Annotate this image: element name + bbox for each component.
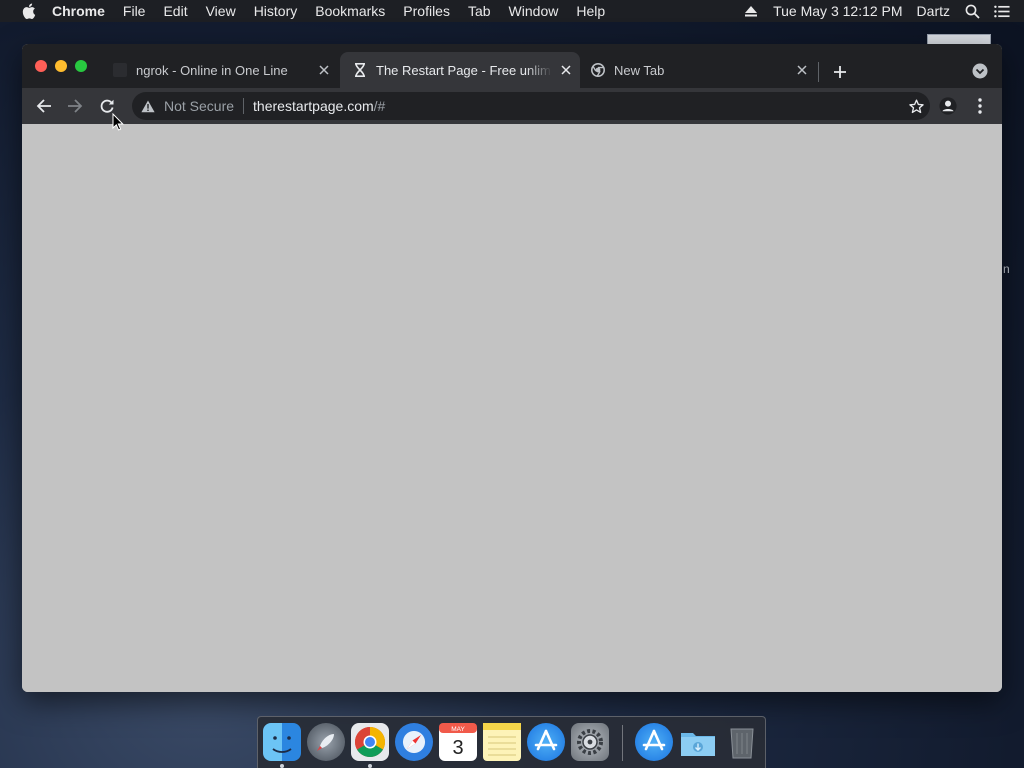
trash-icon[interactable]	[723, 723, 761, 761]
page-content[interactable]	[22, 124, 1002, 692]
forward-arrow-icon[interactable]	[63, 94, 87, 118]
menu-bookmarks[interactable]: Bookmarks	[315, 3, 385, 19]
tab-search-chevron-icon[interactable]	[970, 61, 990, 81]
browser-toolbar: Not Secure therestartpage.com /#	[22, 88, 1002, 124]
menu-user[interactable]: Dartz	[917, 3, 950, 19]
notes-icon[interactable]	[483, 723, 521, 761]
hourglass-icon	[352, 62, 368, 78]
desktop-text-fragment: n	[1003, 262, 1010, 276]
menu-help[interactable]: Help	[576, 3, 605, 19]
menu-datetime[interactable]: Tue May 3 12:12 PM	[773, 3, 902, 19]
chrome-icon	[590, 62, 606, 78]
more-menu-icon[interactable]	[968, 94, 992, 118]
running-indicator	[368, 764, 372, 768]
menu-profiles[interactable]: Profiles	[403, 3, 450, 19]
back-arrow-icon[interactable]	[32, 94, 56, 118]
close-tab-icon[interactable]	[316, 62, 332, 78]
notification-center-icon[interactable]	[994, 3, 1010, 19]
tab-strip: ngrok - Online in One Line The Restart P…	[22, 44, 1002, 88]
tab-title: The Restart Page - Free unlimited	[376, 62, 552, 78]
menu-history[interactable]: History	[254, 3, 298, 19]
omnibox-divider	[243, 98, 245, 114]
bookmark-star-icon[interactable]	[908, 98, 924, 114]
tab-separator	[818, 62, 819, 82]
app-store-download-icon[interactable]	[635, 723, 673, 761]
window-maximize-button[interactable]	[75, 60, 87, 72]
menu-tab[interactable]: Tab	[468, 3, 491, 19]
new-tab-plus-icon[interactable]	[828, 60, 852, 84]
calendar-month: MAY	[451, 726, 465, 733]
eject-icon[interactable]	[743, 3, 759, 19]
url-path[interactable]: /#	[374, 98, 386, 114]
window-minimize-button[interactable]	[55, 60, 67, 72]
warning-triangle-icon[interactable]	[140, 98, 156, 114]
apple-icon[interactable]	[20, 2, 38, 20]
calendar-icon[interactable]: MAY 3	[439, 723, 477, 761]
ngrok-favicon	[112, 62, 128, 78]
url-host[interactable]: therestartpage.com	[253, 98, 374, 114]
menu-bar: Chrome File Edit View History Bookmarks …	[0, 0, 1024, 22]
profile-avatar-icon[interactable]	[936, 94, 960, 118]
security-status-label[interactable]: Not Secure	[164, 98, 234, 114]
menu-window[interactable]: Window	[509, 3, 559, 19]
app-store-icon[interactable]	[527, 723, 565, 761]
window-close-button[interactable]	[35, 60, 47, 72]
mouse-cursor-icon	[112, 113, 124, 131]
menu-file[interactable]: File	[123, 3, 146, 19]
tab-title: New Tab	[614, 62, 665, 78]
launchpad-rocket-icon[interactable]	[307, 723, 345, 761]
running-indicator	[280, 764, 284, 768]
tab-new-tab[interactable]: New Tab	[584, 52, 814, 88]
chrome-app-icon[interactable]	[351, 723, 389, 761]
downloads-folder-icon[interactable]	[679, 723, 717, 761]
calendar-day: 3	[452, 737, 463, 759]
spotlight-search-icon[interactable]	[964, 3, 980, 19]
finder-icon[interactable]	[263, 723, 301, 761]
tab-title: ngrok - Online in One Line	[136, 62, 288, 78]
address-bar[interactable]: Not Secure therestartpage.com /#	[132, 92, 930, 120]
menu-edit[interactable]: Edit	[163, 3, 187, 19]
tab-restart-page[interactable]: The Restart Page - Free unlimited	[340, 52, 580, 88]
safari-compass-icon[interactable]	[395, 723, 433, 761]
close-tab-icon[interactable]	[558, 62, 574, 78]
dock: MAY 3	[257, 716, 766, 768]
dock-separator	[622, 725, 623, 761]
menu-view[interactable]: View	[206, 3, 236, 19]
menu-app-chrome[interactable]: Chrome	[52, 3, 105, 19]
system-preferences-gear-icon[interactable]	[571, 723, 609, 761]
tab-ngrok[interactable]: ngrok - Online in One Line	[108, 52, 336, 88]
close-tab-icon[interactable]	[794, 62, 810, 78]
browser-window: ngrok - Online in One Line The Restart P…	[22, 44, 1002, 692]
